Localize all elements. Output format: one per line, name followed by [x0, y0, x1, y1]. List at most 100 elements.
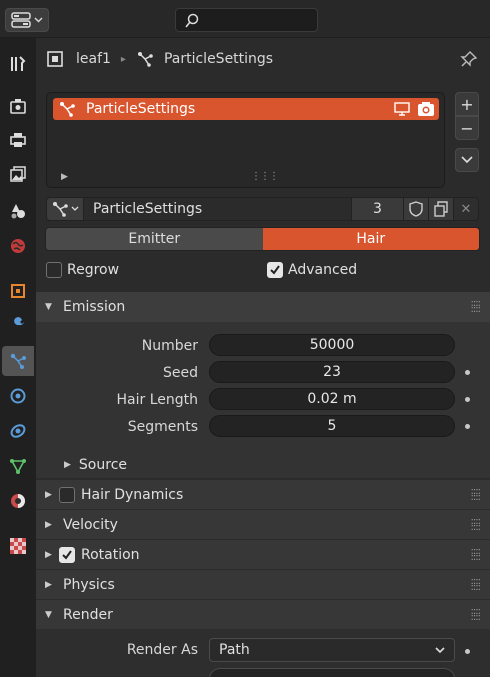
checkbox-unchecked[interactable]	[46, 262, 62, 278]
hair-length-label: Hair Length	[116, 392, 199, 408]
tab-world[interactable]	[2, 231, 34, 261]
printer-icon	[10, 133, 26, 147]
plus-icon: +	[460, 94, 474, 114]
tab-texture[interactable]	[2, 531, 34, 561]
breadcrumb: leaf1 ▸ ParticleSettings	[46, 48, 273, 70]
rotation-panel-header[interactable]: ▶ Rotation ::::::::	[36, 539, 490, 569]
triangle-down-icon: ▼	[45, 302, 52, 312]
triangle-down-icon: ▼	[45, 609, 52, 620]
type-emitter-option[interactable]: Emitter	[46, 228, 263, 250]
tab-view-layer[interactable]	[2, 159, 34, 189]
specials-menu-button[interactable]	[455, 148, 479, 172]
particles-icon	[137, 52, 153, 67]
tab-tool[interactable]	[2, 49, 34, 79]
tab-scene[interactable]	[2, 196, 34, 226]
segments-label: Segments	[127, 419, 198, 435]
add-slot-button[interactable]: +	[455, 92, 479, 116]
drag-handle-icon[interactable]: ::::::::	[471, 517, 482, 533]
physics-panel-header[interactable]: ▶ Physics ::::::::	[36, 569, 490, 599]
camera-back-icon	[10, 99, 26, 114]
keyframe-dot-icon[interactable]	[465, 397, 470, 402]
keyframe-dot-icon[interactable]	[465, 649, 470, 654]
velocity-panel-header[interactable]: ▶ Velocity ::::::::	[36, 509, 490, 539]
hair-dynamics-title: Hair Dynamics	[81, 486, 184, 503]
seed-field[interactable]: 23	[209, 361, 455, 383]
keyframe-dot-icon[interactable]	[465, 370, 470, 375]
monitor-icon[interactable]	[393, 100, 411, 118]
number-field[interactable]: 50000	[209, 334, 455, 356]
render-as-value: Path	[219, 642, 250, 658]
settings-name-field[interactable]: ParticleSettings	[84, 197, 352, 221]
next-field-partial[interactable]	[209, 668, 455, 677]
rotation-checkbox[interactable]	[59, 546, 75, 563]
hair-dynamics-checkbox[interactable]	[59, 486, 75, 503]
drag-handle-icon[interactable]: ::::::::	[471, 607, 482, 623]
object-icon	[11, 284, 25, 298]
triangle-right-icon: ▶	[45, 549, 52, 560]
triangle-right-icon: ▶	[45, 579, 52, 590]
seed-row: Seed 23	[36, 361, 490, 385]
particles-icon	[53, 202, 68, 217]
world-icon	[11, 239, 25, 253]
drag-handle-icon[interactable]: ::::::::	[471, 577, 482, 593]
advanced-label: Advanced	[288, 262, 358, 278]
tab-output[interactable]	[2, 125, 34, 155]
tab-object[interactable]	[2, 276, 34, 306]
checkmark-icon	[270, 265, 280, 275]
duplicate-button[interactable]	[429, 197, 454, 221]
render-panel-header[interactable]: ▼ Render ::::::::	[36, 599, 490, 629]
type-hair-option[interactable]: Hair	[262, 228, 479, 250]
tab-physics[interactable]	[2, 381, 34, 411]
resize-grip-icon[interactable]: ⋮⋮⋮	[251, 171, 279, 182]
keyframe-dot-icon[interactable]	[465, 424, 470, 429]
segments-field[interactable]: 5	[209, 415, 455, 437]
drag-handle-icon[interactable]: ::::::::	[471, 299, 482, 315]
copy-icon	[434, 201, 448, 217]
triangle-right-icon[interactable]: ▶	[61, 172, 68, 182]
editor-header	[0, 0, 490, 38]
scene-icon	[11, 204, 25, 219]
emission-panel-body: Number 50000 Seed 23 Hair Length 0.02 m …	[36, 322, 490, 478]
tab-render[interactable]	[2, 91, 34, 121]
properties-editor-icon	[11, 12, 31, 28]
chevron-down-icon	[435, 647, 445, 654]
tab-data[interactable]	[2, 451, 34, 481]
render-camera-icon[interactable]	[417, 100, 435, 118]
drag-handle-icon[interactable]: ::::::::	[471, 487, 482, 503]
hair-length-field[interactable]: 0.02 m	[209, 388, 455, 410]
tab-constraints[interactable]	[2, 416, 34, 446]
fake-user-button[interactable]	[404, 197, 429, 221]
remove-slot-button[interactable]: −	[455, 116, 479, 140]
emission-panel-header[interactable]: ▼ Emission ::::::::	[36, 292, 490, 322]
render-as-select[interactable]: Path	[209, 638, 455, 662]
editor-type-dropdown[interactable]	[5, 8, 49, 32]
advanced-checkbox[interactable]: Advanced	[267, 262, 357, 278]
triangle-right-icon: ▶	[45, 519, 52, 530]
checkmark-icon	[62, 549, 72, 560]
pin-icon[interactable]	[460, 50, 478, 68]
tab-modifiers[interactable]	[2, 311, 34, 341]
source-subpanel-header[interactable]: ▶ Source	[64, 457, 127, 473]
segments-row: Segments 5	[36, 415, 490, 439]
search-input[interactable]	[175, 8, 318, 32]
list-item[interactable]: ParticleSettings	[53, 98, 439, 120]
list-item-label: ParticleSettings	[86, 101, 196, 117]
unlink-button[interactable]: ✕	[454, 197, 479, 221]
physics-icon	[10, 388, 26, 404]
wrench-icon	[12, 317, 24, 332]
mesh-data-icon	[10, 459, 26, 474]
object-icon	[47, 51, 63, 67]
regrow-label: Regrow	[67, 262, 120, 278]
regrow-checkbox[interactable]: Regrow	[46, 262, 119, 278]
users-count[interactable]: 3	[352, 197, 404, 221]
tab-material[interactable]	[2, 486, 34, 516]
triangle-right-icon: ▶	[64, 460, 71, 470]
shield-icon	[409, 201, 423, 217]
image-stack-icon	[10, 166, 26, 182]
hair-dynamics-panel-header[interactable]: ▶ Hair Dynamics ::::::::	[36, 479, 490, 509]
drag-handle-icon[interactable]: ::::::::	[471, 547, 482, 563]
checkbox-checked[interactable]	[267, 262, 283, 278]
velocity-title: Velocity	[63, 516, 118, 533]
tab-particles[interactable]	[2, 346, 34, 376]
browse-settings-button[interactable]	[46, 197, 84, 221]
